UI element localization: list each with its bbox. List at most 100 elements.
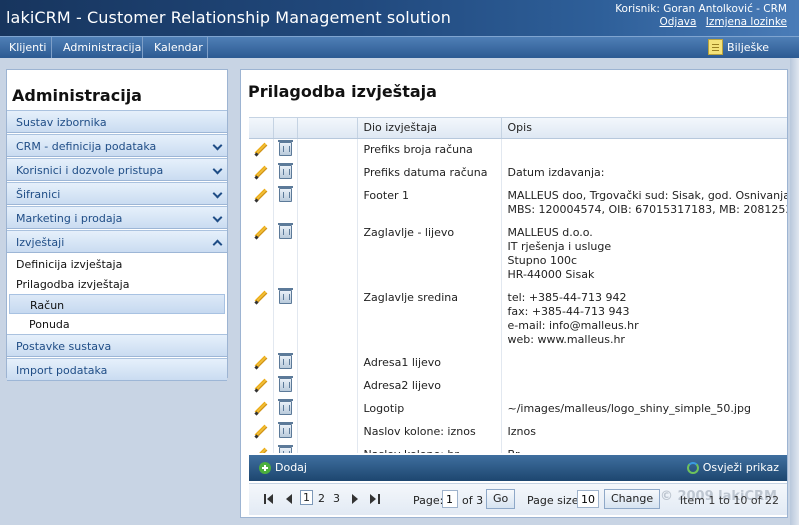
trash-icon[interactable] [277,398,293,415]
table-row[interactable]: Prefiks broja računa [249,138,787,162]
go-button[interactable]: Go [486,489,516,509]
pencil-icon[interactable] [254,165,268,179]
change-password-link[interactable]: Izmjena lozinke [706,16,787,28]
sidebar-item-definicija-izvjestaja[interactable]: Definicija izvještaja [7,254,227,274]
logout-link[interactable]: Odjava [659,16,696,28]
trash-icon[interactable] [277,222,293,239]
chevron-down-icon [212,212,223,223]
prev-page-icon[interactable] [283,494,293,504]
next-page-icon[interactable] [352,494,362,504]
column-header-dio-izvjestaja[interactable]: Dio izvještaja [357,118,502,139]
table-row[interactable]: Naslov kolone: iznos Iznos [249,420,787,444]
add-button[interactable]: Dodaj [259,461,307,474]
pencil-icon[interactable] [254,142,268,156]
page-size-input[interactable] [577,490,599,508]
sidebar-section-import-podataka[interactable]: Import podataka [7,358,227,381]
part-cell: Adresa1 lijevo [357,351,502,375]
chevron-down-icon [212,164,223,175]
sidebar-section-sifranici[interactable]: Šifranici [7,182,227,205]
first-page-icon[interactable] [264,494,274,504]
spacer-cell [297,138,358,162]
nav-item-administracija[interactable]: Administracija [63,41,141,54]
edit-cell [249,221,274,287]
pencil-icon[interactable] [254,290,268,304]
last-page-icon[interactable] [370,494,380,504]
page-input[interactable] [442,490,458,508]
plus-icon [259,461,271,474]
part-cell: Logotip [357,397,502,421]
trash-icon[interactable] [277,185,293,202]
part-cell: Zaglavlje - lijevo [357,221,502,287]
part-cell: Prefiks datuma računa [357,161,502,185]
spacer-cell [297,374,358,398]
note-icon [708,39,724,55]
user-label: Korisnik: Goran Antolković - CRM [615,3,787,15]
column-header-opis[interactable]: Opis [501,118,787,139]
pencil-icon[interactable] [254,188,268,202]
nav-item-kalendar[interactable]: Kalendar [154,41,203,54]
refresh-button[interactable]: Osvježi prikaz [686,461,779,474]
sidebar-item-racun[interactable]: Račun [9,294,225,314]
item-range-info: Item 1 to 10 of 22 [679,494,779,507]
notes-label: Bilješke [727,40,769,54]
pencil-icon[interactable] [254,424,268,438]
part-cell: Zaglavlje sredina [357,286,502,352]
delete-cell [273,221,298,287]
sidebar-section-postavke-sustava[interactable]: Postavke sustava [7,334,227,357]
nav-item-klijenti[interactable]: Klijenti [9,41,47,54]
pencil-icon[interactable] [254,401,268,415]
trash-icon[interactable] [277,139,293,156]
table-row[interactable]: Prefiks datuma računa Datum izdavanja: [249,161,787,185]
pencil-icon[interactable] [254,378,268,392]
trash-icon[interactable] [277,162,293,179]
part-cell: Prefiks broja računa [357,138,502,162]
spacer-cell [297,161,358,185]
trash-icon[interactable] [277,375,293,392]
delete-cell [273,420,298,444]
part-cell: Adresa2 lijevo [357,374,502,398]
page-number-1[interactable]: 1 [300,490,313,505]
pencil-icon[interactable] [254,225,268,239]
edit-cell [249,420,274,444]
pencil-icon[interactable] [254,355,268,369]
pencil-icon[interactable] [254,447,268,454]
user-info: Korisnik: Goran Antolković - CRM Odjava … [615,3,787,29]
part-cell: Naslov kolone: iznos [357,420,502,444]
nav-separator [142,37,143,58]
description-cell: Iznos [501,420,787,444]
table-row[interactable]: Footer 1 MALLEUS doo, Trgovački sud: Sisa… [249,184,787,222]
change-button[interactable]: Change [604,489,661,509]
sidebar-section-marketing[interactable]: Marketing i prodaja [7,206,227,229]
sidebar-section-korisnici[interactable]: Korisnici i dozvole pristupa [7,158,227,181]
trash-icon[interactable] [277,421,293,438]
description-cell [501,351,787,375]
table-row[interactable]: Logotip ~/images/malleus/logo_shiny_simpl… [249,397,787,421]
app-title: lakiCRM - Customer Relationship Manageme… [6,8,452,27]
section-label: CRM - definicija podataka [16,140,157,153]
table-row[interactable]: Zaglavlje - lijevo MALLEUS d.o.o. IT rješ… [249,221,787,287]
part-cell: Footer 1 [357,184,502,222]
delete-cell [273,351,298,375]
trash-icon[interactable] [277,444,293,453]
table-row[interactable]: Naslov kolone: br.Br. [249,443,787,454]
section-label: Izvještaji [16,236,65,249]
spacer-cell [297,443,358,453]
trash-icon[interactable] [277,287,293,304]
sidebar-item-ponuda[interactable]: Ponuda [7,314,227,334]
table-row[interactable]: Zaglavlje sredina tel: +385-44-713 942 fa… [249,286,787,352]
notes-button[interactable]: Bilješke [708,39,769,55]
table-row[interactable]: Adresa1 lijevo [249,351,787,375]
sidebar-item-prilagodba-izvjestaja[interactable]: Prilagodba izvještaja [7,274,227,294]
header-delete-col [273,118,298,139]
spacer-cell [297,420,358,444]
refresh-label: Osvježi prikaz [702,461,779,474]
sidebar-section-crm-definicija[interactable]: CRM - definicija podataka [7,134,227,157]
trash-icon[interactable] [277,352,293,369]
section-label: Marketing i prodaja [16,212,123,225]
sidebar-section-izvjestaji[interactable]: Izvještaji [7,230,227,253]
page-number-2[interactable]: 2 [318,492,325,505]
table-row[interactable]: Adresa2 lijevo [249,374,787,398]
spacer-cell [297,221,358,287]
sidebar-section-sustav-izbornika[interactable]: Sustav izbornika [7,110,227,133]
page-number-3[interactable]: 3 [333,492,340,505]
